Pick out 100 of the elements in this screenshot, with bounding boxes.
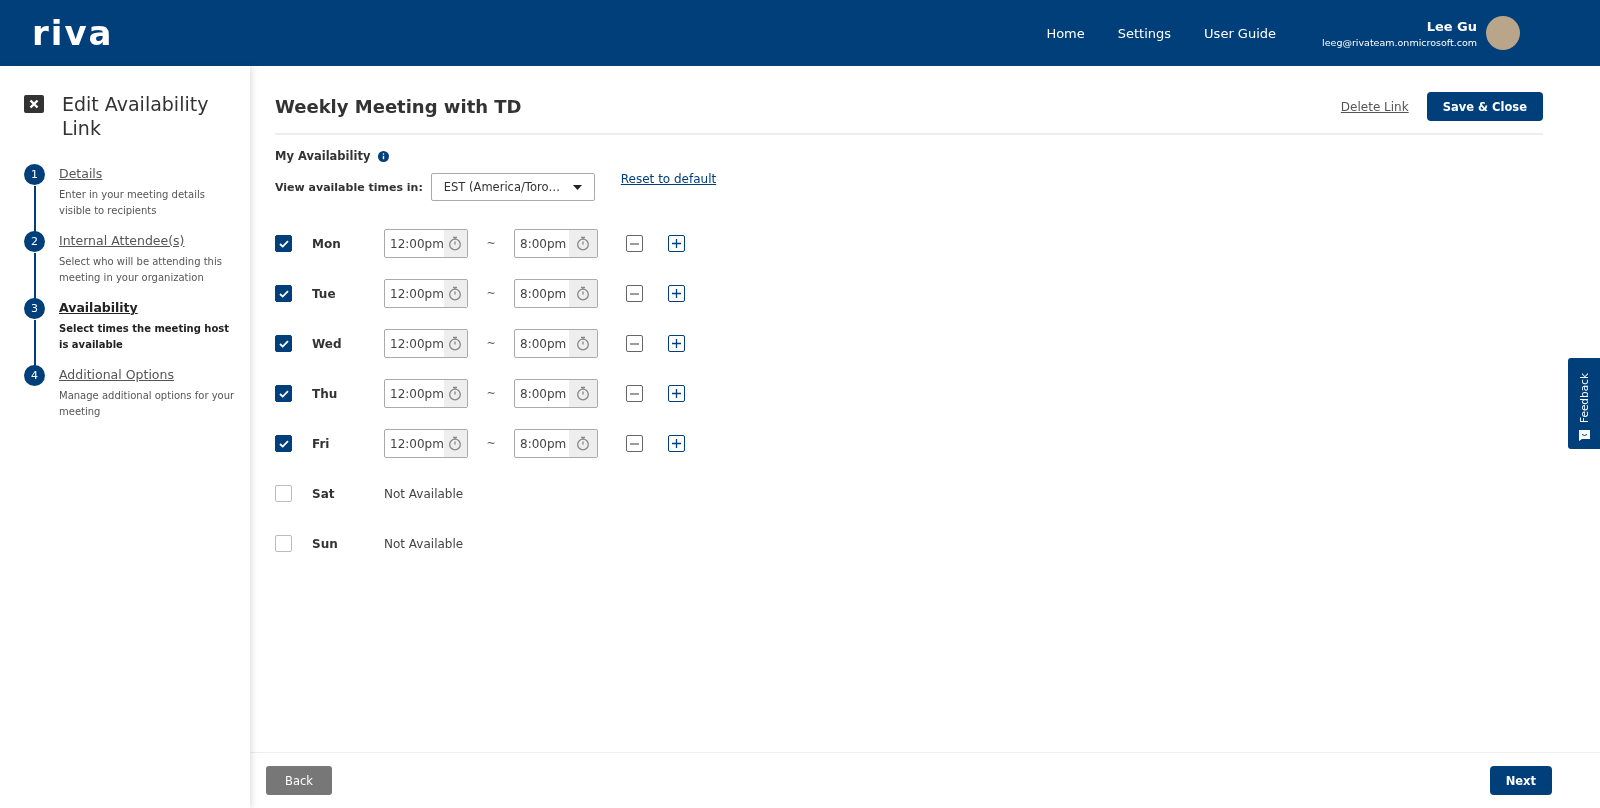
- not-available-text: Not Available: [384, 536, 464, 551]
- step-link[interactable]: Availability: [59, 300, 238, 315]
- section-label: My Availability: [275, 149, 371, 163]
- stopwatch-icon: [448, 386, 463, 401]
- end-time-field[interactable]: 8:00pm: [514, 279, 598, 308]
- plus-icon: [672, 239, 681, 248]
- user-name: Lee Gu: [1426, 18, 1477, 34]
- add-button[interactable]: [668, 335, 685, 352]
- end-time-field[interactable]: 8:00pm: [514, 229, 598, 258]
- logo: riva: [32, 13, 114, 53]
- remove-button[interactable]: [626, 285, 643, 302]
- day-label: Thu: [312, 386, 339, 401]
- stopwatch-icon: [448, 336, 463, 351]
- save-close-button[interactable]: Save & Close: [1426, 92, 1543, 121]
- add-button[interactable]: [668, 435, 685, 452]
- step-link[interactable]: Details: [59, 166, 238, 181]
- start-time-field[interactable]: 12:00pm: [384, 329, 468, 358]
- day-label: Mon: [312, 236, 342, 251]
- close-icon: [29, 99, 39, 109]
- step-description: Enter in your meeting details visible to recipients: [59, 188, 206, 218]
- stopwatch-icon: [576, 386, 590, 401]
- remove-button[interactable]: [626, 335, 643, 352]
- sidebar-title: Edit Availability Link: [62, 92, 210, 140]
- timezone-label: View available times in:: [275, 180, 423, 194]
- step-number: 1: [24, 164, 45, 185]
- plus-icon: [672, 339, 681, 348]
- range-separator: ~: [485, 237, 497, 250]
- day-label: Fri: [312, 436, 331, 451]
- day-checkbox[interactable]: [275, 535, 292, 552]
- page-title: Weekly Meeting with TD: [275, 96, 522, 117]
- feedback-tab[interactable]: Feedback: [1568, 358, 1600, 449]
- day-checkbox[interactable]: [275, 235, 292, 252]
- day-checkbox[interactable]: [275, 335, 292, 352]
- close-button[interactable]: [24, 95, 44, 113]
- stopwatch-icon: [576, 286, 590, 301]
- check-icon: [278, 239, 289, 248]
- day-checkbox[interactable]: [275, 285, 292, 302]
- day-checkbox[interactable]: [275, 485, 292, 502]
- add-button[interactable]: [668, 285, 685, 302]
- smiley-icon: [1577, 429, 1591, 441]
- check-icon: [278, 339, 289, 348]
- step-link[interactable]: Additional Options: [59, 367, 238, 382]
- user-email: leeg@rivateam.onmicrosoft.com: [1322, 36, 1477, 48]
- not-available-text: Not Available: [384, 486, 464, 501]
- day-checkbox[interactable]: [275, 385, 292, 402]
- day-label: Sat: [312, 486, 336, 501]
- timezone-select[interactable]: EST (America/Toro…: [430, 173, 595, 201]
- nav-link[interactable]: Settings: [1117, 25, 1172, 41]
- range-separator: ~: [485, 437, 497, 450]
- check-icon: [278, 439, 289, 448]
- remove-button[interactable]: [626, 385, 643, 402]
- next-button[interactable]: Next: [1489, 766, 1552, 795]
- add-button[interactable]: [668, 385, 685, 402]
- caret-icon: [572, 184, 582, 190]
- plus-icon: [672, 389, 681, 398]
- minus-icon: [630, 342, 639, 345]
- minus-icon: [630, 442, 639, 445]
- step-link[interactable]: Internal Attendee(s): [59, 233, 238, 248]
- reset-link[interactable]: Reset to default: [620, 172, 717, 186]
- step-number: 2: [24, 231, 45, 252]
- plus-icon: [672, 439, 681, 448]
- start-time-field[interactable]: 12:00pm: [384, 429, 468, 458]
- step-description: Select who will be attending this meeting in your organization: [59, 255, 223, 285]
- range-separator: ~: [485, 287, 497, 300]
- end-time-field[interactable]: 8:00pm: [514, 379, 598, 408]
- range-separator: ~: [485, 337, 497, 350]
- range-separator: ~: [485, 387, 497, 400]
- back-button[interactable]: Back: [266, 766, 332, 795]
- check-icon: [278, 389, 289, 398]
- day-label: Wed: [312, 336, 343, 351]
- add-button[interactable]: [668, 235, 685, 252]
- start-time-field[interactable]: 12:00pm: [384, 279, 468, 308]
- remove-button[interactable]: [626, 435, 643, 452]
- check-icon: [278, 289, 289, 298]
- day-label: Tue: [312, 286, 337, 301]
- avatar[interactable]: [1486, 16, 1520, 50]
- step-number: 3: [24, 298, 45, 319]
- nav-link[interactable]: Home: [1046, 25, 1085, 41]
- stopwatch-icon: [448, 436, 463, 451]
- day-checkbox[interactable]: [275, 435, 292, 452]
- start-time-field[interactable]: 12:00pm: [384, 379, 468, 408]
- nav-link[interactable]: User Guide: [1204, 25, 1277, 41]
- minus-icon: [630, 292, 639, 295]
- step-number: 4: [24, 365, 45, 386]
- end-time-field[interactable]: 8:00pm: [514, 329, 598, 358]
- minus-icon: [630, 242, 639, 245]
- delete-link[interactable]: Delete Link: [1340, 99, 1409, 114]
- day-label: Sun: [312, 536, 339, 551]
- stopwatch-icon: [576, 336, 590, 351]
- plus-icon: [672, 289, 681, 298]
- step-description: Select times the meeting host is available: [59, 322, 231, 352]
- minus-icon: [630, 392, 639, 395]
- stopwatch-icon: [576, 436, 590, 451]
- step-description: Manage additional options for your meeting: [59, 389, 236, 419]
- stopwatch-icon: [448, 236, 463, 251]
- end-time-field[interactable]: 8:00pm: [514, 429, 598, 458]
- stopwatch-icon: [576, 236, 590, 251]
- info-icon[interactable]: [378, 150, 390, 162]
- start-time-field[interactable]: 12:00pm: [384, 229, 468, 258]
- remove-button[interactable]: [626, 235, 643, 252]
